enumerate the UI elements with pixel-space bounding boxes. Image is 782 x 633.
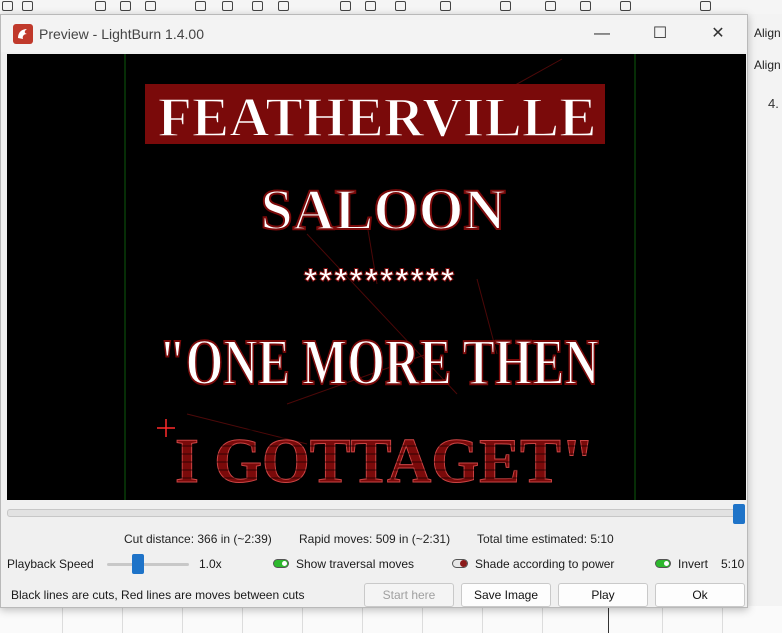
total-time-text: Total time estimated: 5:10: [477, 532, 614, 546]
grid-line: [302, 606, 303, 633]
close-button[interactable]: ✕: [695, 15, 741, 52]
grid-line: [182, 606, 183, 633]
preview-canvas[interactable]: FEATHERVILLE SALOON ********** "ONE MORE…: [7, 54, 746, 500]
invert-label[interactable]: Invert: [678, 557, 708, 571]
design-text-line: "ONE MORE THEN: [159, 326, 599, 399]
shade-power-label[interactable]: Shade according to power: [475, 557, 614, 571]
rapid-moves-text: Rapid moves: 509 in (~2:31): [299, 532, 451, 546]
user-icon[interactable]: [195, 1, 206, 11]
draw-tool-icon[interactable]: [252, 1, 263, 11]
design-text-line: **********: [304, 262, 456, 300]
minimize-icon: —: [594, 25, 610, 42]
grid-line: [242, 606, 243, 633]
align-tool-icon[interactable]: [395, 1, 406, 11]
side-value: 4.: [768, 96, 779, 111]
align-tool-icon[interactable]: [440, 1, 451, 11]
design-text-line: I GOTTAGET": [175, 425, 595, 496]
laser-position-marker: [157, 419, 175, 437]
playback-speed-track[interactable]: [107, 563, 189, 566]
align-tool-icon[interactable]: [620, 1, 631, 11]
align-tool-icon[interactable]: [545, 1, 556, 11]
grid-line: [482, 606, 483, 633]
shade-power-toggle[interactable]: [452, 559, 468, 568]
select-tool-icon[interactable]: [2, 1, 13, 11]
marquee-tool-icon[interactable]: [22, 1, 33, 11]
draw-tool-icon[interactable]: [278, 1, 289, 11]
maximize-button[interactable]: ☐: [637, 15, 683, 52]
title-bar[interactable]: Preview - LightBurn 1.4.00 — ☐ ✕: [1, 15, 747, 52]
playback-speed-label: Playback Speed: [7, 557, 94, 571]
lightburn-logo-icon: [13, 24, 33, 44]
align-tool-icon[interactable]: [580, 1, 591, 11]
playback-speed-handle[interactable]: [132, 554, 144, 574]
design-text-line: FEATHERVILLE: [158, 87, 597, 149]
align-label[interactable]: Align: [754, 26, 781, 40]
cut-distance-text: Cut distance: 366 in (~2:39): [124, 532, 272, 546]
grid-line: [722, 606, 723, 633]
preview-dialog: Preview - LightBurn 1.4.00 — ☐ ✕ FEATHER…: [0, 14, 748, 608]
show-traversal-toggle[interactable]: [273, 559, 289, 568]
edit-tool-icon[interactable]: [145, 1, 156, 11]
grid-line: [608, 606, 609, 633]
tool-icon[interactable]: [120, 1, 131, 11]
grid-line: [422, 606, 423, 633]
ok-button[interactable]: Ok: [655, 583, 745, 607]
align-tool-icon[interactable]: [700, 1, 711, 11]
background-canvas-strip: [0, 606, 782, 633]
minimize-button[interactable]: —: [579, 15, 625, 52]
grid-line: [662, 606, 663, 633]
grid-line: [362, 606, 363, 633]
legend-note: Black lines are cuts, Red lines are move…: [11, 588, 305, 602]
background-toolbar: [0, 0, 782, 15]
playback-time: 5:10: [721, 557, 745, 571]
align-tool-icon[interactable]: [500, 1, 511, 11]
show-traversal-label[interactable]: Show traversal moves: [296, 557, 414, 571]
play-button[interactable]: Play: [558, 583, 648, 607]
invert-toggle[interactable]: [655, 559, 671, 568]
playback-speed-value: 1.0x: [199, 557, 222, 571]
grid-line: [542, 606, 543, 633]
user-icon[interactable]: [222, 1, 233, 11]
rect-tool-icon[interactable]: [365, 1, 376, 11]
tool-icon[interactable]: [95, 1, 106, 11]
circle-tool-icon[interactable]: [340, 1, 351, 11]
window-title: Preview - LightBurn 1.4.00: [39, 26, 204, 42]
background-side-panel: Align Align 4.: [748, 14, 782, 633]
start-here-button[interactable]: Start here: [364, 583, 454, 607]
preview-drawing: FEATHERVILLE SALOON ********** "ONE MORE…: [124, 54, 636, 500]
save-image-button[interactable]: Save Image: [461, 583, 551, 607]
grid-line: [62, 606, 63, 633]
design-text-line: SALOON: [261, 177, 506, 242]
grid-line: [122, 606, 123, 633]
timeline-handle[interactable]: [733, 504, 745, 524]
close-icon: ✕: [711, 25, 725, 42]
maximize-icon: ☐: [652, 25, 668, 42]
align-label[interactable]: Align: [754, 58, 781, 72]
timeline-track[interactable]: [7, 509, 739, 517]
